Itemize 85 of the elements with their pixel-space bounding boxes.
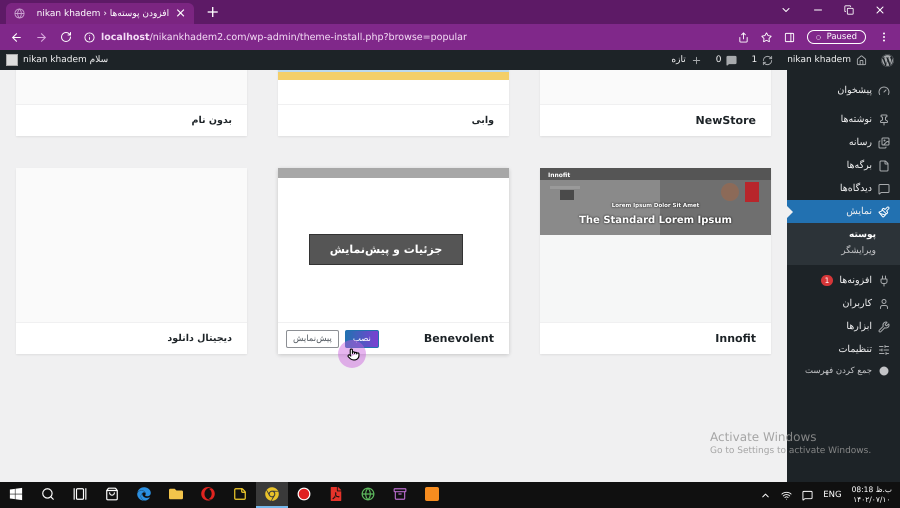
settings-icon [878, 344, 890, 356]
close-icon[interactable] [874, 4, 886, 16]
close-tab-button[interactable]: × [175, 6, 186, 21]
theme-name: Benevolent [424, 332, 494, 345]
media-icon [878, 136, 890, 148]
user-icon [878, 298, 890, 310]
theme-name: بدون نام [192, 115, 232, 126]
hero-heading: The Standard Lorem Ipsum [578, 215, 733, 226]
theme-card[interactable]: دیجیتال دانلود [16, 168, 247, 354]
avatar-icon [6, 54, 18, 66]
dashboard-icon [878, 84, 890, 96]
theme-card[interactable]: NewStore [540, 70, 771, 136]
submenu-item[interactable]: ویرایشگر [787, 243, 900, 259]
profile-button[interactable]: Paused [806, 30, 866, 44]
shopping-bag-icon [105, 487, 119, 501]
theme-name: دیجیتال دانلود [167, 333, 232, 344]
windows-icon [9, 487, 23, 501]
taskbar-button[interactable] [256, 482, 288, 508]
archive-icon [393, 487, 407, 501]
menu-item[interactable]: ابزارها [787, 315, 900, 338]
back-icon[interactable] [10, 30, 23, 44]
opera-icon [201, 487, 215, 501]
menu-item[interactable]: برگه‌ها [787, 154, 900, 177]
profile-icon [816, 34, 821, 40]
note-icon [233, 487, 247, 501]
tab-title: افزودن پوسته‌ها ‹ nikan khadem [36, 8, 170, 18]
refresh-icon [762, 54, 774, 66]
notification-icon[interactable] [802, 490, 814, 500]
globe-icon [14, 8, 25, 19]
share-icon[interactable] [738, 32, 749, 42]
account-link[interactable]: سلام nikan khadem [6, 54, 108, 66]
home-icon [856, 54, 867, 66]
reload-icon[interactable] [60, 31, 72, 43]
wordpress-logo-icon[interactable] [881, 54, 894, 66]
install-button[interactable]: نصب [344, 330, 379, 348]
menu-item[interactable]: کاربران [787, 292, 900, 315]
menu-item[interactable]: نوشته‌ها [787, 108, 900, 131]
forward-icon[interactable] [35, 30, 48, 44]
updates-link[interactable]: 1 [751, 54, 774, 66]
theme-name: Innofit [715, 332, 756, 345]
hand-cursor-icon [347, 348, 360, 361]
side-panel-icon[interactable] [784, 32, 795, 42]
theme-name: NewStore [696, 114, 756, 127]
paintbrush-icon [878, 206, 890, 218]
bookmark-star-icon[interactable] [760, 32, 772, 42]
folder-icon [169, 487, 183, 501]
submenu-item[interactable]: پوسته [787, 227, 900, 243]
info-icon[interactable] [84, 32, 95, 42]
menu-item[interactable]: دیدگاه‌ها [787, 177, 900, 200]
menu-item[interactable]: رسانه [787, 131, 900, 154]
theme-details-button[interactable]: جزئیات و پیش‌نمایش [309, 234, 463, 265]
comments-link[interactable]: 0 [716, 54, 738, 66]
collapse-icon [878, 365, 890, 377]
network-icon[interactable] [781, 490, 792, 500]
browser-icon [137, 487, 151, 501]
browser-tab[interactable]: افزودن پوسته‌ها ‹ nikan khadem × [6, 3, 194, 24]
menu-item[interactable]: پیشخوان [787, 79, 900, 102]
theme-card[interactable]: وابی [278, 70, 509, 136]
plug-icon [878, 274, 890, 286]
theme-name: وابی [472, 115, 494, 126]
menu-item[interactable]: نمایش [787, 200, 900, 223]
theme-card[interactable]: بدون نام [16, 70, 247, 136]
wrench-icon [878, 320, 890, 332]
plus-icon [690, 54, 702, 66]
preview-button[interactable]: پیش‌نمایش [286, 330, 339, 348]
task-view-icon [73, 487, 87, 501]
restore-icon[interactable] [844, 5, 854, 15]
language-indicator[interactable]: ENG [823, 490, 842, 500]
new-content-link[interactable]: تازه [671, 54, 702, 66]
xampp-icon [425, 487, 439, 501]
search-icon [41, 487, 55, 501]
pdf-icon [329, 487, 343, 501]
chrome-icon [265, 487, 279, 501]
record-icon [297, 487, 311, 501]
new-tab-button[interactable]: + [206, 2, 220, 21]
page-icon [878, 160, 890, 172]
address-bar[interactable]: localhost/nikankhadem2.com/wp-admin/theme-install.php?browse=popular [101, 32, 467, 42]
site-name-link[interactable]: nikan khadem [787, 54, 867, 66]
collapse-menu-button[interactable]: جمع کردن فهرست [787, 361, 900, 377]
comment-icon [726, 54, 738, 66]
pin-icon [878, 114, 890, 126]
activation-hint: Go to Settings to activate Windows. [710, 446, 872, 456]
globe-icon [361, 487, 375, 501]
menu-item[interactable]: تنظیمات [787, 338, 900, 361]
comment-icon [878, 182, 890, 194]
